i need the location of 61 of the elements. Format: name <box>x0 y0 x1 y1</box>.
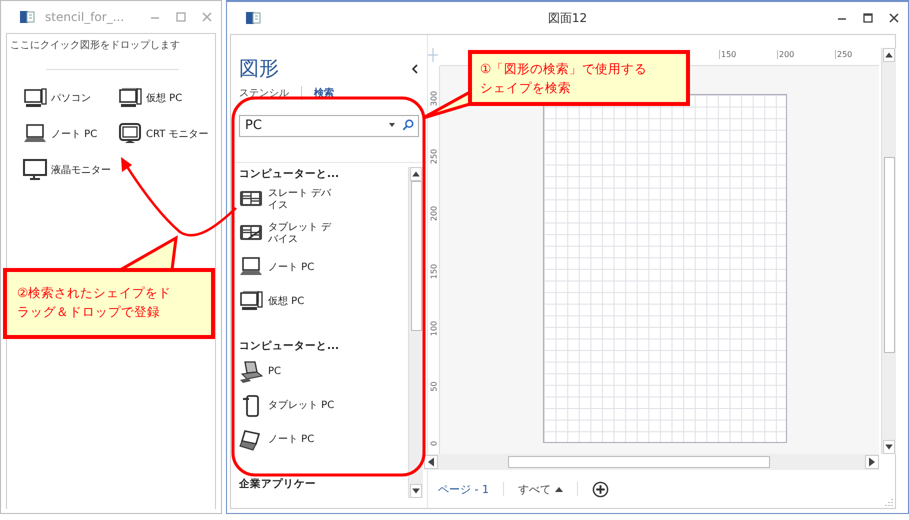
shape-label[interactable]: パソコン <box>51 92 115 106</box>
laptop-icon <box>239 428 263 452</box>
add-page-icon[interactable] <box>592 480 609 498</box>
shape-label[interactable]: ノート PC <box>51 128 115 142</box>
scroll-left-icon[interactable] <box>424 455 438 469</box>
ruler-label: 250 <box>835 50 852 59</box>
scrollbar[interactable] <box>881 48 896 454</box>
resize-grip-icon[interactable] <box>885 498 893 506</box>
pane-tab[interactable]: ステンシル <box>239 86 289 100</box>
window-title: 図面12 <box>548 10 588 26</box>
window-title: stencil_for_... <box>45 10 124 24</box>
app-icon <box>19 9 35 25</box>
group-header[interactable]: コンピューターと... <box>239 167 408 181</box>
ruler-label: 150 <box>430 262 438 280</box>
scroll-down-icon[interactable] <box>410 484 422 498</box>
ruler-label: 200 <box>777 50 794 59</box>
shape-label[interactable]: 液晶モニター <box>51 164 115 178</box>
scroll-thumb[interactable] <box>508 456 770 468</box>
callout-text: ②検索されたシェイプをドラッグ＆ドロップで登録 <box>17 284 172 321</box>
group-header[interactable]: 企業アプリケー <box>239 477 408 491</box>
scroll-thumb[interactable] <box>884 157 894 353</box>
ruler-label: 150 <box>719 50 736 59</box>
scroll-right-icon[interactable] <box>865 455 879 469</box>
maximize-icon[interactable] <box>862 12 874 24</box>
ruler-label: 300 <box>430 90 438 108</box>
scroll-thumb[interactable] <box>410 181 422 331</box>
group-header[interactable]: コンピューターと... <box>239 339 408 353</box>
pane-title: 図形 <box>239 55 279 82</box>
shape-label[interactable]: ノート PC <box>268 434 336 446</box>
search-icon[interactable] <box>402 119 414 131</box>
search-field[interactable]: PC <box>239 114 419 136</box>
ruler-label: 200 <box>430 204 438 222</box>
drop-hint: ここにクイック図形をドロップします <box>10 38 181 52</box>
ruler-origin-icon <box>428 48 438 62</box>
dropdown-caret-icon[interactable] <box>389 123 395 127</box>
collapse-icon[interactable] <box>411 64 419 74</box>
callout-text: ①「図形の検索」で使用するシェイプを検索 <box>480 60 648 97</box>
shape-label[interactable]: ノート PC <box>268 262 336 274</box>
ruler-label: 100 <box>430 320 438 338</box>
shape-label[interactable]: タブレット PC <box>268 400 336 412</box>
page-tab[interactable]: ページ - 1 <box>438 482 489 496</box>
all-pages-menu[interactable]: すべて <box>518 482 551 496</box>
computer-icon <box>239 360 263 384</box>
scroll-up-icon[interactable] <box>410 167 422 181</box>
scroll-up-icon[interactable] <box>883 48 895 62</box>
scroll-down-icon[interactable] <box>883 440 895 454</box>
ruler-label: 50 <box>430 380 438 394</box>
shape-label[interactable]: タブレット デバイス <box>268 222 336 246</box>
ruler-label: 250 <box>430 147 438 165</box>
caret-icon[interactable] <box>554 486 563 492</box>
shape-label[interactable]: スレート デバイス <box>268 188 336 212</box>
ruler-label: 0 <box>430 440 438 448</box>
scrollbar[interactable] <box>408 167 423 498</box>
shape-label[interactable]: PC <box>268 366 336 378</box>
app-icon <box>245 10 261 26</box>
scrollbar[interactable] <box>424 454 879 470</box>
close-icon[interactable] <box>888 12 900 24</box>
shape-label[interactable]: CRT モニター <box>146 128 210 142</box>
monitor-icon <box>23 159 47 183</box>
shape-label[interactable]: 仮想 PC <box>268 296 336 308</box>
shape-label[interactable]: 仮想 PC <box>146 92 210 106</box>
